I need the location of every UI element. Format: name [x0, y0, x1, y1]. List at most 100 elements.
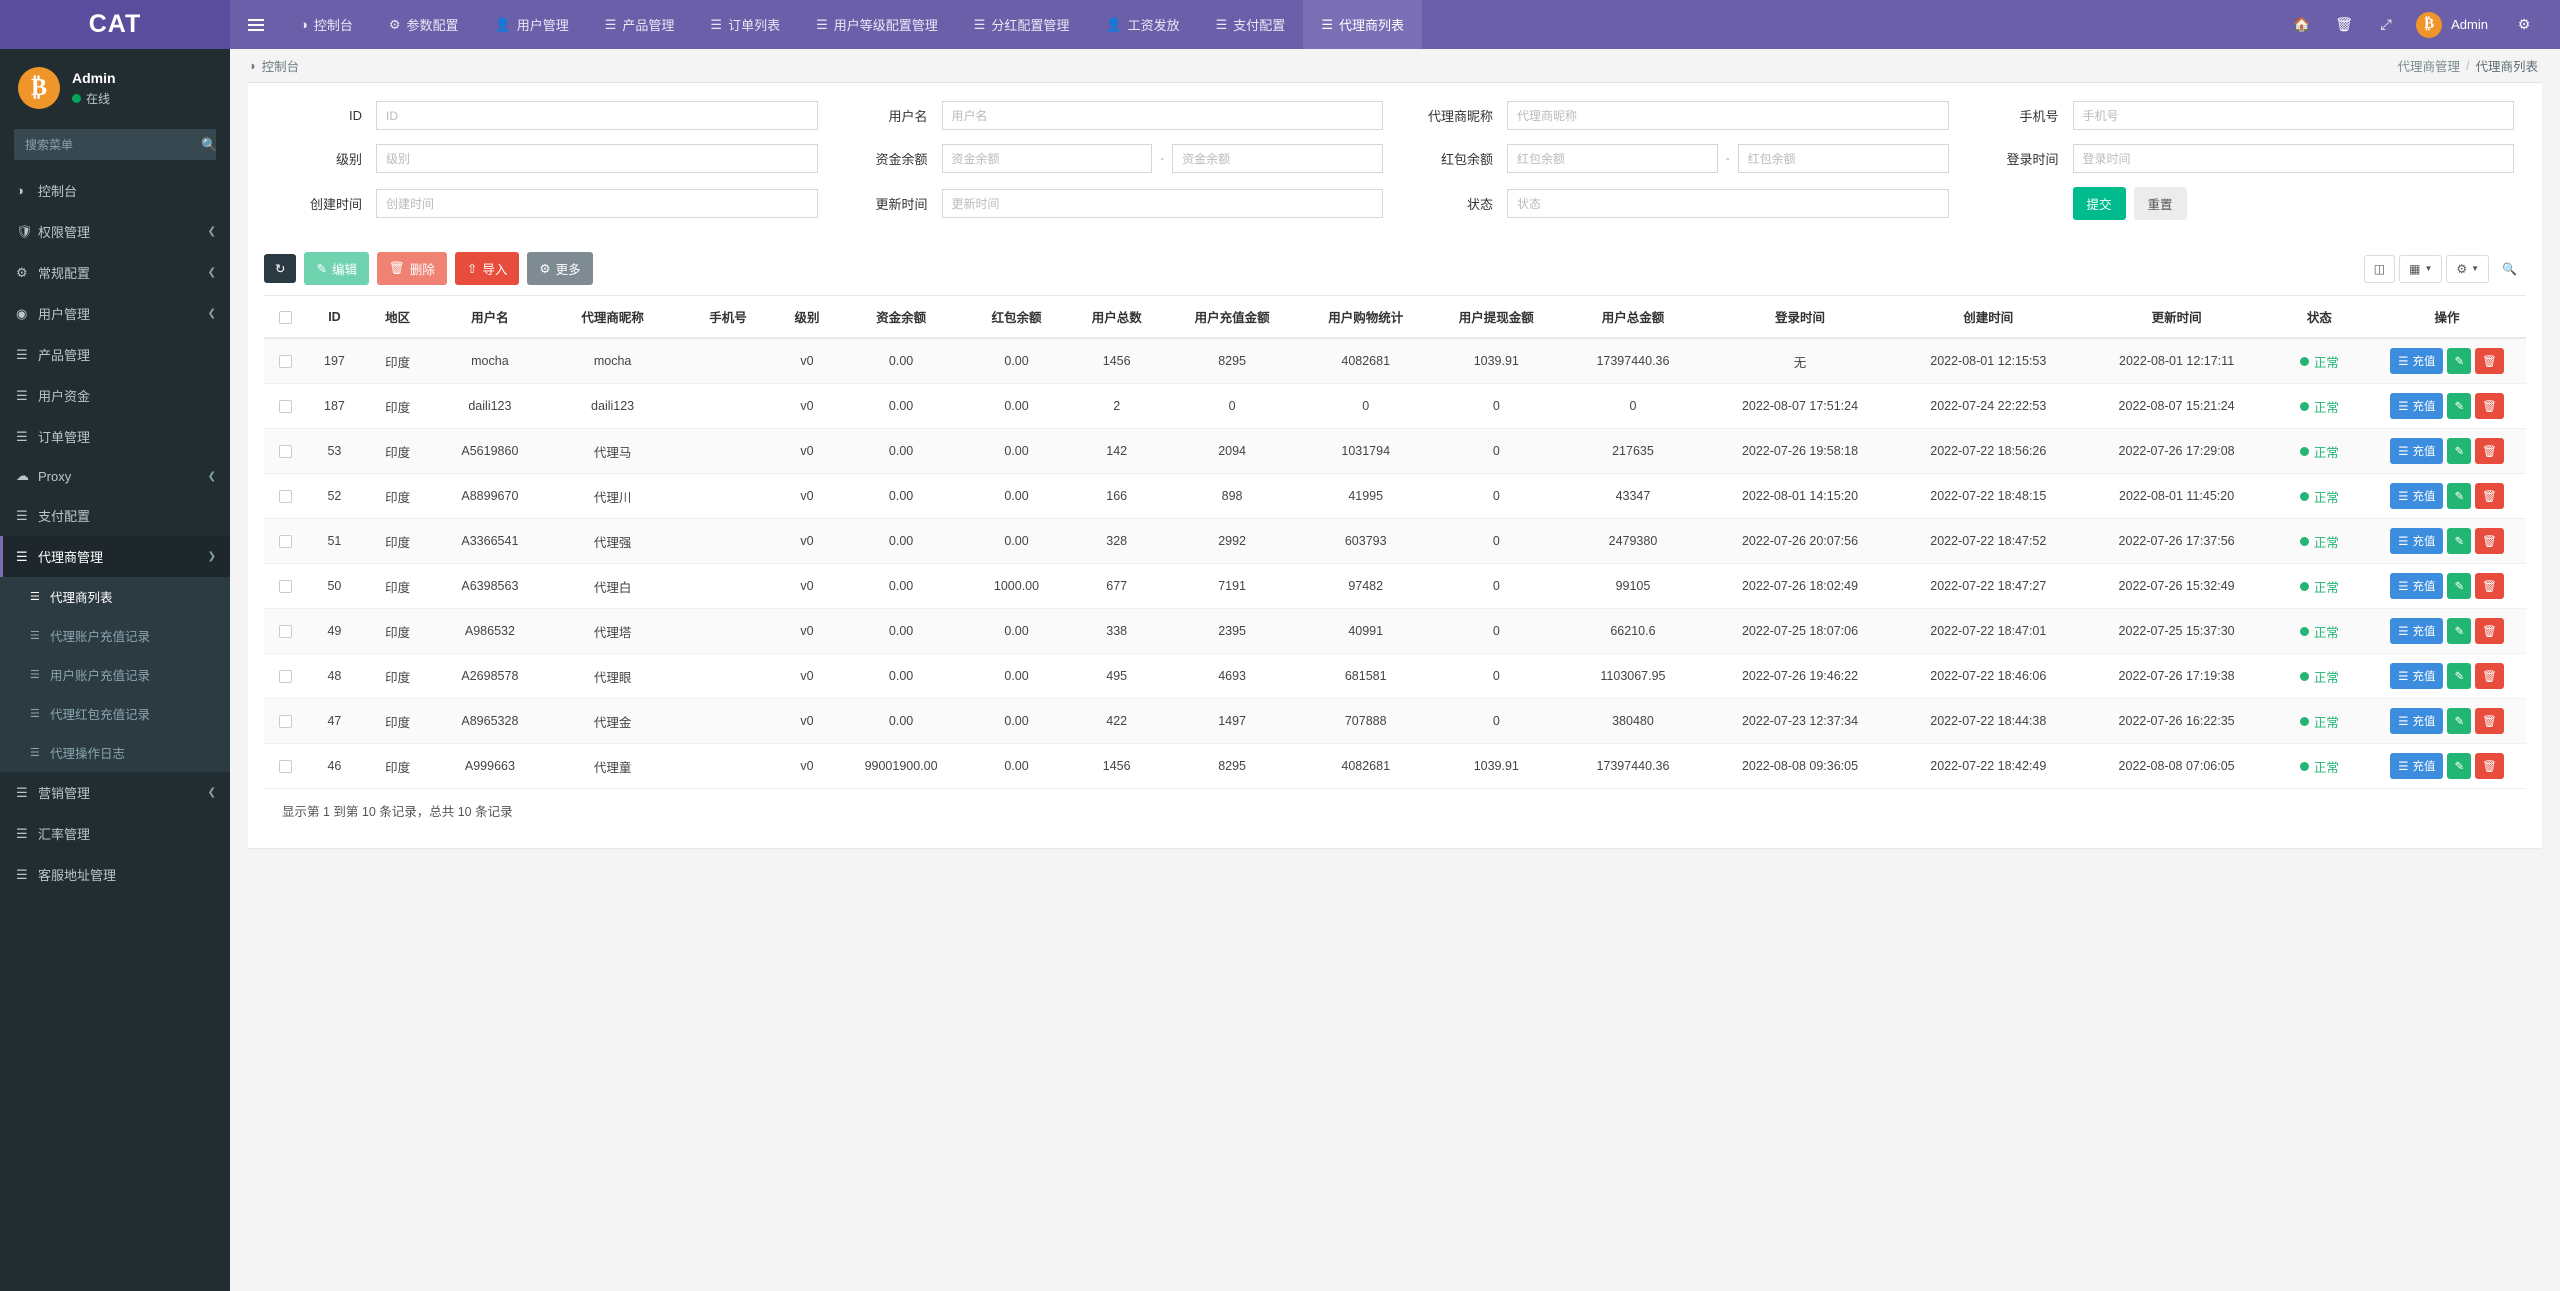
col-user-recharge[interactable]: 用户充值金额	[1165, 295, 1299, 339]
table-row[interactable]: 47 印度 A8965328 代理金 v0 0.00 0.00 422 1497 707888 0 3…	[264, 698, 2526, 744]
sidebar-item-permission[interactable]: 🛡 权限管理 ❮	[0, 211, 230, 252]
balance-max-input[interactable]	[1172, 144, 1384, 173]
breadcrumb-parent[interactable]: 代理商管理	[2397, 56, 2460, 75]
sidebar-item-payment-config[interactable]: ☰ 支付配置	[0, 495, 230, 536]
login-time-input[interactable]	[2072, 144, 2514, 173]
tab-param-config[interactable]: ⚙ 参数配置	[371, 0, 477, 49]
table-row[interactable]: 187 印度 daili123 daili123 v0 0.00 0.00 2 0 0 0 0 2022…	[264, 383, 2526, 429]
create-time-input[interactable]	[376, 189, 818, 218]
row-checkbox[interactable]	[279, 490, 293, 504]
sidebar-item-agent-list[interactable]: ☰ 代理商列表	[0, 577, 230, 616]
sidebar-item-agent-recharge-log[interactable]: ☰ 代理账户充值记录	[0, 616, 230, 655]
row-checkbox[interactable]	[279, 760, 293, 774]
brand-logo[interactable]: CAT	[0, 0, 230, 49]
delete-row-button[interactable]: 🗑	[2475, 438, 2504, 464]
col-create-time[interactable]: 创建时间	[1894, 295, 2083, 339]
row-checkbox[interactable]	[279, 445, 293, 459]
topup-button[interactable]: ☰ 充值	[2390, 573, 2444, 599]
row-checkbox-cell[interactable]	[264, 563, 308, 609]
username-input[interactable]	[941, 101, 1383, 130]
sidebar-item-proxy[interactable]: ☁ Proxy ❮	[0, 457, 230, 495]
tab-user-level-config[interactable]: ☰ 用户等级配置管理	[798, 0, 956, 49]
level-input[interactable]	[376, 144, 818, 173]
col-phone[interactable]: 手机号	[679, 295, 777, 339]
row-checkbox-cell[interactable]	[264, 743, 308, 789]
delete-row-button[interactable]: 🗑	[2475, 528, 2504, 554]
edit-row-button[interactable]: ✎	[2447, 348, 2472, 374]
col-level[interactable]: 级别	[776, 295, 838, 339]
delete-row-button[interactable]: 🗑	[2475, 753, 2504, 779]
edit-row-button[interactable]: ✎	[2447, 573, 2472, 599]
row-checkbox-cell[interactable]	[264, 338, 308, 384]
row-checkbox[interactable]	[279, 355, 293, 369]
grid-icon[interactable]: ▦ ▼	[2399, 254, 2443, 283]
tab-agent-list[interactable]: ☰ 代理商列表	[1303, 0, 1422, 49]
col-user-shopping[interactable]: 用户购物统计	[1298, 295, 1433, 339]
topup-button[interactable]: ☰ 充值	[2390, 483, 2444, 509]
col-update-time[interactable]: 更新时间	[2082, 295, 2271, 339]
edit-row-button[interactable]: ✎	[2447, 528, 2472, 554]
table-row[interactable]: 52 印度 A8899670 代理川 v0 0.00 0.00 166 898 41995 0 433…	[264, 473, 2526, 519]
sidebar-item-product-management[interactable]: ☰ 产品管理	[0, 334, 230, 375]
edit-row-button[interactable]: ✎	[2447, 663, 2472, 689]
col-region[interactable]: 地区	[361, 295, 435, 339]
id-input[interactable]	[376, 101, 818, 130]
col-redpacket[interactable]: 红包余额	[964, 295, 1069, 339]
row-checkbox[interactable]	[279, 580, 293, 594]
more-button[interactable]: ⚙ 更多	[527, 252, 593, 285]
trash-icon[interactable]: 🗑	[2324, 0, 2364, 49]
delete-row-button[interactable]: 🗑	[2475, 348, 2504, 374]
topup-button[interactable]: ☰ 充值	[2390, 618, 2444, 644]
sidebar-item-agent-redpacket-log[interactable]: ☰ 代理红包充值记录	[0, 694, 230, 733]
edit-row-button[interactable]: ✎	[2447, 708, 2472, 734]
hamburger-icon[interactable]	[230, 0, 282, 49]
topup-button[interactable]: ☰ 充值	[2390, 708, 2444, 734]
topup-button[interactable]: ☰ 充值	[2390, 753, 2444, 779]
reset-button[interactable]: 重置	[2133, 187, 2187, 220]
sidebar-item-order-management[interactable]: ☰ 订单管理	[0, 416, 230, 457]
sidebar-item-general-config[interactable]: ⚙ 常规配置 ❮	[0, 252, 230, 293]
table-row[interactable]: 51 印度 A3366541 代理强 v0 0.00 0.00 328 2992 603793 0 2…	[264, 518, 2526, 564]
edit-button[interactable]: ✎ 编辑	[304, 252, 369, 285]
row-checkbox-cell[interactable]	[264, 473, 308, 519]
tab-product-management[interactable]: ☰ 产品管理	[587, 0, 693, 49]
delete-row-button[interactable]: 🗑	[2475, 393, 2504, 419]
col-user-count[interactable]: 用户总数	[1068, 295, 1166, 339]
sidebar-item-user-funds[interactable]: ☰ 用户资金	[0, 375, 230, 416]
col-user-withdraw[interactable]: 用户提现金额	[1432, 295, 1561, 339]
balance-min-input[interactable]	[941, 144, 1153, 173]
row-checkbox[interactable]	[279, 670, 293, 684]
select-all-cell[interactable]	[264, 295, 308, 339]
topup-button[interactable]: ☰ 充值	[2390, 663, 2444, 689]
table-row[interactable]: 50 印度 A6398563 代理白 v0 0.00 1000.00 677 7191 97482…	[264, 563, 2526, 609]
row-checkbox-cell[interactable]	[264, 608, 308, 654]
redpacket-max-input[interactable]	[1737, 144, 1949, 173]
col-nickname[interactable]: 代理商昵称	[545, 295, 680, 339]
row-checkbox-cell[interactable]	[264, 698, 308, 744]
row-checkbox-cell[interactable]	[264, 653, 308, 699]
update-time-input[interactable]	[941, 189, 1383, 218]
topup-button[interactable]: ☰ 充值	[2390, 438, 2444, 464]
delete-row-button[interactable]: 🗑	[2475, 573, 2504, 599]
table-row[interactable]: 49 印度 A986532 代理塔 v0 0.00 0.00 338 2395 40991 0 662…	[264, 608, 2526, 654]
tab-salary-payment[interactable]: 👤 工资发放	[1087, 0, 1197, 49]
row-checkbox-cell[interactable]	[264, 428, 308, 474]
sidebar-item-support-address[interactable]: ☰ 客服地址管理	[0, 854, 230, 895]
redpacket-min-input[interactable]	[1507, 144, 1718, 173]
sidebar-item-user-management[interactable]: ◉ 用户管理 ❮	[0, 293, 230, 334]
table-row[interactable]: 48 印度 A2698578 代理眼 v0 0.00 0.00 495 4693 681581 0 1…	[264, 653, 2526, 699]
table-row[interactable]: 197 印度 mocha mocha v0 0.00 0.00 1456 8295 4082681…	[264, 338, 2526, 384]
search-input[interactable]	[15, 137, 190, 152]
delete-row-button[interactable]: 🗑	[2475, 618, 2504, 644]
sidebar-item-user-recharge-log[interactable]: ☰ 用户账户充值记录	[0, 655, 230, 694]
topup-button[interactable]: ☰ 充值	[2390, 528, 2444, 554]
edit-row-button[interactable]: ✎	[2447, 618, 2472, 644]
tab-payment-config[interactable]: ☰ 支付配置	[1198, 0, 1304, 49]
row-checkbox[interactable]	[279, 625, 293, 639]
delete-button[interactable]: 🗑 删除	[376, 252, 447, 285]
columns-icon[interactable]: ◫	[2363, 254, 2396, 283]
table-row[interactable]: 53 印度 A5619860 代理马 v0 0.00 0.00 142 2094 1031794 0…	[264, 428, 2526, 474]
search-icon[interactable]: 🔍	[2493, 255, 2526, 282]
edit-row-button[interactable]: ✎	[2447, 393, 2472, 419]
refresh-button[interactable]: ↻	[264, 254, 297, 283]
